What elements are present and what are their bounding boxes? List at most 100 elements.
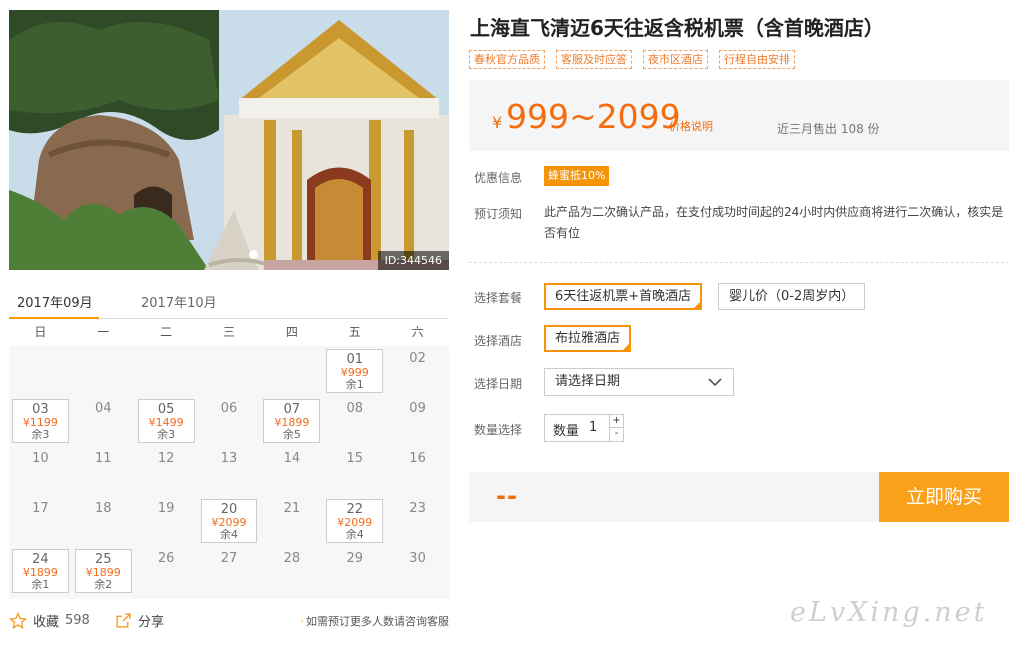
calendar-day: 27 bbox=[198, 546, 261, 596]
calendar-day-number: 19 bbox=[157, 501, 175, 516]
calendar-day-available[interactable]: 20 ¥2099 余4 bbox=[198, 496, 261, 546]
price-explain-link[interactable]: 价格说明 bbox=[669, 118, 713, 134]
price-calendar: 日 一 二 三 四 五 六 01 ¥999 余1 02 03 ¥1199 余3 04 05 ¥1499 余3 06… bbox=[9, 319, 449, 599]
calendar-day-available[interactable]: 03 ¥1199 余3 bbox=[9, 396, 72, 446]
product-title: 上海直飞清迈6天往返含税机票（含首晚酒店） bbox=[470, 16, 884, 40]
carousel-dot[interactable] bbox=[249, 250, 258, 259]
calendar-day-box: 06 bbox=[201, 399, 258, 443]
calendar-day-number: 04 bbox=[95, 401, 112, 416]
calendar-day-number: 17 bbox=[32, 501, 49, 516]
weekday-header: 六 bbox=[411, 325, 424, 339]
calendar-day-box: 14 bbox=[263, 449, 320, 493]
calendar-day-box[interactable]: 01 ¥999 余1 bbox=[326, 349, 384, 393]
calendar-day-box[interactable]: 03 ¥1199 余3 bbox=[12, 399, 69, 443]
calendar-day: 28 bbox=[260, 546, 323, 596]
calendar-day-stock: 余3 bbox=[157, 428, 176, 441]
calendar-day-stock: 余2 bbox=[94, 578, 113, 591]
calendar-day-number: 29 bbox=[346, 551, 363, 566]
chevron-down-icon bbox=[708, 378, 722, 387]
calendar-day-box: 02 bbox=[389, 349, 446, 393]
calendar-day-box: 18 bbox=[75, 499, 132, 543]
share-button[interactable]: 分享 bbox=[115, 611, 164, 630]
calendar-day-available[interactable]: 22 ¥2099 余4 bbox=[323, 496, 386, 546]
calendar-day-number: 28 bbox=[283, 551, 301, 566]
calendar-day-number: 14 bbox=[283, 451, 301, 466]
calendar-day-box: 27 bbox=[201, 549, 258, 593]
calendar-day-number: 03 bbox=[32, 402, 49, 417]
calendar-day: 26 bbox=[135, 546, 198, 596]
calendar-weekday-header: 日一二三四五六 bbox=[9, 319, 449, 346]
quantity-stepper: 数量 1 + - bbox=[544, 414, 624, 442]
calendar-day-box[interactable]: 22 ¥2099 余4 bbox=[326, 499, 384, 543]
product-tag: 客服及时应答 bbox=[556, 50, 632, 69]
calendar-day-box: 09 bbox=[389, 399, 446, 443]
date-select-value: 请选择日期 bbox=[555, 374, 621, 389]
calendar-day-available[interactable]: 07 ¥1899 余5 bbox=[260, 396, 323, 446]
calendar-day-available[interactable]: 01 ¥999 余1 bbox=[323, 346, 386, 396]
calendar-day: 08 bbox=[323, 396, 386, 446]
calendar-day-number: 30 bbox=[409, 551, 426, 566]
calendar-day-box[interactable]: 25 ¥1899 余2 bbox=[74, 549, 132, 593]
calendar-day-box: 16 bbox=[389, 449, 446, 493]
favorite-count: 598 bbox=[65, 613, 90, 628]
weekday-header: 一 bbox=[97, 325, 110, 339]
calendar-day-box: 30 bbox=[389, 549, 446, 593]
price-range: 999~2099 bbox=[506, 97, 681, 136]
buy-now-button[interactable]: 立即购买 bbox=[879, 472, 1009, 522]
calendar-day-box: 21 bbox=[263, 499, 320, 543]
favorite-button[interactable]: 收藏 598 bbox=[9, 611, 90, 630]
calendar-day: 17 bbox=[9, 496, 72, 546]
quantity-increase-button[interactable]: + bbox=[609, 415, 623, 428]
calendar-day-box: 10 bbox=[12, 449, 69, 493]
product-photo[interactable]: ID:344546 bbox=[9, 10, 449, 270]
date-select[interactable]: 请选择日期 bbox=[544, 368, 734, 396]
calendar-day: 11 bbox=[72, 446, 135, 496]
calendar-day-grid: 01 ¥999 余1 02 03 ¥1199 余3 04 05 ¥1499 余3 06 07 ¥1899 余… bbox=[9, 346, 449, 596]
calendar-month-tabs: 2017年09月 2017年10月 bbox=[9, 283, 449, 320]
total-price: -- bbox=[496, 482, 518, 510]
quantity-value[interactable]: 1 bbox=[589, 420, 597, 435]
weekday-header: 二 bbox=[160, 325, 173, 339]
hotel-option[interactable]: 布拉雅酒店 bbox=[544, 325, 632, 352]
weekday-header: 三 bbox=[222, 325, 235, 339]
calendar-day-number: 25 bbox=[95, 552, 112, 567]
calendar-day-number: 11 bbox=[95, 451, 112, 466]
calendar-day-box[interactable]: 07 ¥1899 余5 bbox=[263, 399, 321, 443]
carousel-dots bbox=[249, 250, 258, 259]
weekday-header: 五 bbox=[348, 325, 361, 339]
calendar-day-box[interactable]: 24 ¥1899 余1 bbox=[12, 549, 69, 593]
calendar-day-stock: 余3 bbox=[31, 428, 50, 441]
calendar-day-number: 24 bbox=[32, 552, 49, 567]
calendar-day: 19 bbox=[135, 496, 198, 546]
group-booking-note: 如需预订更多人数请咨询客服 bbox=[301, 613, 449, 629]
tab-month-sep[interactable]: 2017年09月 bbox=[17, 292, 93, 311]
calendar-day-number: 01 bbox=[346, 352, 363, 367]
calendar-day: 15 bbox=[323, 446, 386, 496]
calendar-day: 16 bbox=[386, 446, 449, 496]
star-icon bbox=[9, 611, 27, 629]
tab-month-oct[interactable]: 2017年10月 bbox=[141, 292, 217, 311]
calendar-empty-cell bbox=[9, 346, 72, 396]
product-tag: 夜市区酒店 bbox=[643, 50, 708, 69]
package-option-flight-hotel[interactable]: 6天往返机票+首晚酒店 bbox=[544, 283, 703, 310]
price-currency: ¥ bbox=[492, 113, 503, 132]
calendar-day: 29 bbox=[323, 546, 386, 596]
calendar-day-box[interactable]: 20 ¥2099 余4 bbox=[200, 499, 258, 543]
calendar-day: 14 bbox=[260, 446, 323, 496]
product-tag: 行程自由安排 bbox=[719, 50, 795, 69]
calendar-day-number: 10 bbox=[32, 451, 49, 466]
calendar-day-box[interactable]: 05 ¥1499 余3 bbox=[137, 399, 195, 443]
calendar-day-available[interactable]: 25 ¥1899 余2 bbox=[72, 546, 135, 596]
calendar-day: 02 bbox=[386, 346, 449, 396]
calendar-day-box: 04 bbox=[75, 399, 132, 443]
package-option-infant[interactable]: 婴儿价（0-2周岁内） bbox=[718, 283, 866, 310]
calendar-day: 06 bbox=[198, 396, 261, 446]
calendar-empty-cell bbox=[198, 346, 261, 396]
share-label: 分享 bbox=[138, 615, 165, 630]
quantity-decrease-button[interactable]: - bbox=[609, 428, 623, 441]
calendar-day-available[interactable]: 24 ¥1899 余1 bbox=[9, 546, 72, 596]
calendar-day-available[interactable]: 05 ¥1499 余3 bbox=[135, 396, 198, 446]
calendar-day-number: 08 bbox=[346, 401, 363, 416]
calendar-day-number: 02 bbox=[409, 351, 426, 366]
calendar-day: 12 bbox=[135, 446, 198, 496]
